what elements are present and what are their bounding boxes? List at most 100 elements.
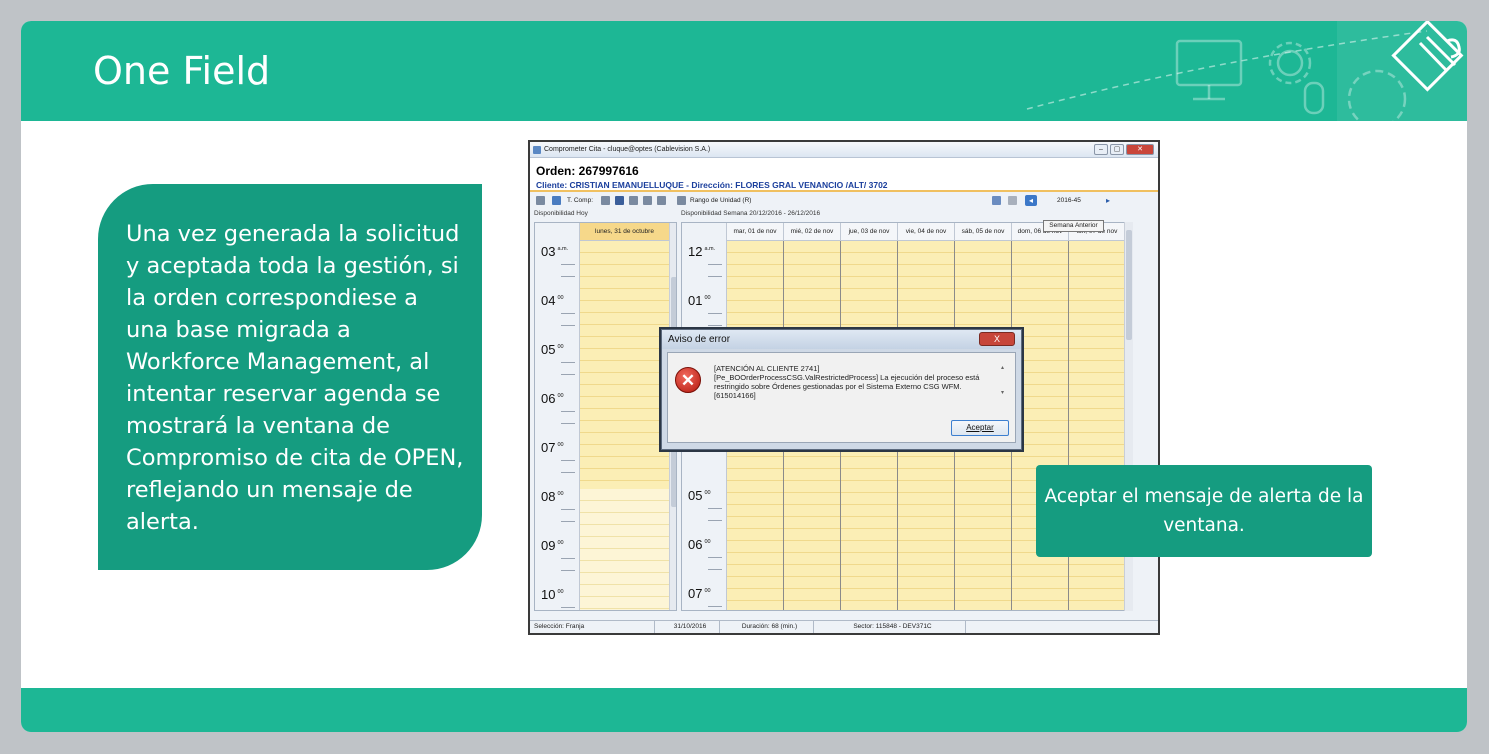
error-message: [ATENCIÓN AL CLIENTE 2741] [Pe_BOOrderPr… [714,364,988,400]
view-detail-icon[interactable] [657,196,666,205]
view-grid-icon[interactable] [615,196,624,205]
order-number: Orden: 267997616 [536,164,639,178]
hour-number: 03 [541,244,556,259]
hour-suffix: a.m. [557,246,569,252]
hour-tick [561,509,575,510]
today-slots-later[interactable] [580,489,670,610]
status-bar: Selección: Franja 31/10/2016 Duración: 6… [530,620,1158,633]
hour-label: 07 00 [688,586,711,601]
status-sector: Sector: 115848 - DEV371C [816,621,966,633]
error-icon: ✕ [675,367,701,393]
day-header: mié, 02 de nov [784,223,841,241]
edit-icon[interactable] [536,196,545,205]
hour-tick [708,508,722,509]
footer-bar [21,688,1467,732]
error-detail: [Pe_BOOrderProcessCSG.ValRestrictedProce… [714,373,980,400]
calendar-icon[interactable] [992,196,1001,205]
instruction-callout: Una vez generada la solicitud y aceptada… [98,184,482,570]
previous-week-button[interactable]: ◂ [1025,195,1037,206]
hour-tick [561,313,575,314]
view-table-icon[interactable] [643,196,652,205]
window-title: Comprometer Cita - cluque@optes (Cablevi… [544,146,711,153]
tooltip-semana-anterior: Semana Anterior [1043,220,1104,232]
hour-tick [561,423,575,424]
hour-tick [708,264,722,265]
day-header: vie, 04 de nov [898,223,955,241]
view-columns-icon[interactable] [629,196,638,205]
message-scrollbar[interactable]: ▴ ▾ [998,364,1007,408]
t-comp-label: T. Comp: [567,197,594,204]
comprometer-cita-window: Comprometer Cita - cluque@optes (Cablevi… [528,140,1160,635]
week-number: 2016-45 [1057,197,1081,204]
today-slots[interactable] [580,241,670,489]
dialog-titlebar: Aviso de error X [662,330,1021,349]
next-week-arrow-icon[interactable]: ▸ [1106,192,1110,209]
minimize-icon[interactable]: – [1094,144,1108,155]
calendar-disabled-icon[interactable] [1008,196,1017,205]
rango-unidad-label: Rango de Unidad (R) [690,197,752,204]
hour-suffix: 00 [704,539,711,545]
hour-label: 03 a.m. [541,244,568,259]
status-selection: Selección: Franja [530,621,655,633]
hour-tick [708,606,722,607]
hour-label: 05 00 [688,488,711,503]
hour-label: 09 00 [541,538,564,553]
hour-number: 01 [688,293,703,308]
hour-tick [561,570,575,571]
maximize-icon[interactable]: ▢ [1110,144,1124,155]
section-labels: Disponibilidad Hoy Disponibilidad Semana… [530,209,1158,220]
hour-number: 07 [541,440,556,455]
hour-label: 08 00 [541,489,564,504]
undo-icon[interactable] [552,196,561,205]
day-header: jue, 03 de nov [841,223,898,241]
hour-suffix: 00 [557,589,564,595]
hour-suffix: 00 [557,344,564,350]
action-callout: Aceptar el mensaje de alerta de la venta… [1036,465,1372,557]
hour-suffix: 00 [557,295,564,301]
hour-suffix: 00 [557,393,564,399]
decorative-icons [1026,21,1467,121]
hour-label: 06 00 [688,537,711,552]
status-date: 31/10/2016 [657,621,720,633]
hour-tick [561,558,575,559]
hour-label: 05 00 [541,342,564,357]
dialog-close-button[interactable]: X [979,332,1015,346]
hour-tick [708,557,722,558]
day-header: sáb, 05 de nov [955,223,1012,241]
hour-suffix: 00 [557,442,564,448]
accept-button[interactable]: Aceptar [951,420,1009,436]
hour-tick [561,374,575,375]
today-panel: 03 a.m. 04 00 05 00 06 00 07 00 08 00 09 00 10 00 lunes… [534,222,677,611]
hour-number: 04 [541,293,556,308]
toolbar: T. Comp: Rango de Unidad (R) ◂ 2016-45 ▸ [530,192,1158,209]
range-icon[interactable] [677,196,686,205]
hour-tick [708,325,722,326]
slide-title: One Field [93,49,271,93]
hour-number: 07 [688,586,703,601]
hour-suffix: a.m. [704,246,716,252]
hour-tick [708,520,722,521]
hour-tick [708,313,722,314]
view-list-icon[interactable] [601,196,610,205]
hour-tick [561,521,575,522]
hour-tick [708,569,722,570]
status-duration: Duración: 68 (min.) [722,621,814,633]
close-icon[interactable]: ✕ [1126,144,1154,155]
error-dialog: Aviso de error X ✕ [ATENCIÓN AL CLIENTE … [661,329,1022,450]
hour-suffix: 00 [704,588,711,594]
dialog-body: ✕ [ATENCIÓN AL CLIENTE 2741] [Pe_BOOrder… [667,352,1016,443]
hour-suffix: 00 [557,491,564,497]
hour-tick [561,264,575,265]
hour-number: 10 [541,587,556,602]
window-controls: – ▢ ✕ [1094,144,1154,155]
hour-number: 05 [541,342,556,357]
hour-tick [561,460,575,461]
hour-number: 05 [688,488,703,503]
hour-suffix: 00 [557,540,564,546]
hour-tick [561,276,575,277]
dialog-title: Aviso de error [668,334,731,345]
order-header: Orden: 267997616 Cliente: CRISTIAN EMANU… [530,158,1158,192]
hour-suffix: 00 [704,295,711,301]
header-bar: One Field [21,21,1467,121]
today-header: lunes, 31 de octubre [580,223,670,241]
